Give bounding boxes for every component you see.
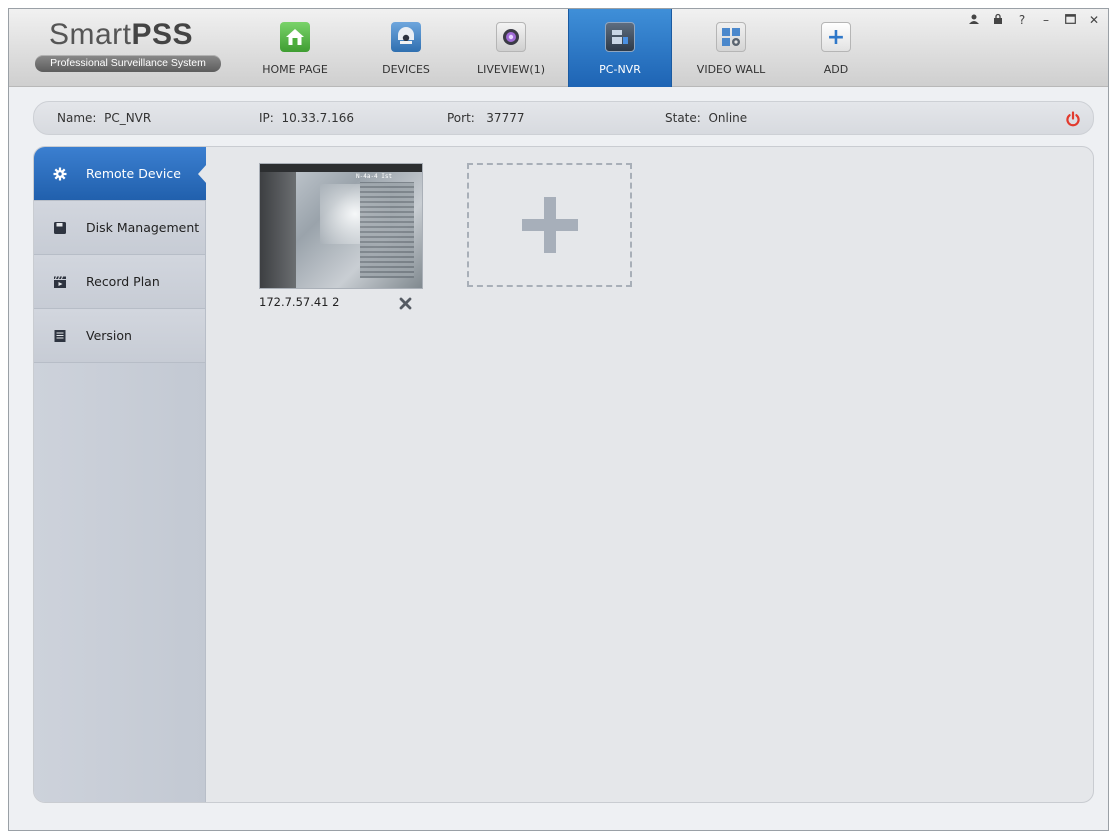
home-icon [280, 22, 310, 52]
remote-device-card[interactable]: N-4a-4 Ist 172.7.57.41 2 [259, 163, 423, 310]
logo-subtitle: Professional Surveillance System [35, 55, 221, 72]
ip-label: IP: [259, 111, 274, 125]
tab-add-label: ADD [823, 63, 849, 76]
app-logo: SmartPSS Professional Surveillance Syste… [35, 17, 235, 72]
add-icon: + [821, 22, 851, 52]
device-thumbnail[interactable]: N-4a-4 Ist [259, 163, 423, 289]
video-osd-text: N-4a-4 Ist [356, 173, 393, 180]
gear-icon [52, 166, 68, 182]
device-state-field: State: Online [665, 102, 747, 135]
device-ip-field: IP: 10.33.7.166 [259, 102, 354, 135]
tab-liveview-label: LIVEVIEW(1) [476, 63, 546, 76]
state-label: State: [665, 111, 701, 125]
tab-home-page[interactable]: HOME PAGE [247, 9, 343, 87]
tab-pc-nvr[interactable]: PC-NVR [568, 9, 672, 87]
tab-devices[interactable]: DEVICES [361, 9, 451, 87]
device-ip-label: 172.7.57.41 2 [259, 295, 340, 309]
app-window: SmartPSS Professional Surveillance Syste… [8, 8, 1109, 831]
ip-value: 10.33.7.166 [281, 111, 354, 125]
device-info-bar: Name: PC_NVR IP: 10.33.7.166 Port: 37777… [33, 101, 1094, 135]
content-panel: Remote Device Disk Management Record Pla… [33, 146, 1094, 803]
plus-icon [521, 197, 578, 253]
sidebar-item-label: Remote Device [86, 166, 181, 181]
sidebar-item-record-plan[interactable]: Record Plan [34, 255, 205, 309]
port-value: 37777 [486, 111, 525, 125]
tab-home-page-label: HOME PAGE [262, 63, 328, 76]
sidebar-item-label: Version [86, 328, 132, 343]
top-bar: SmartPSS Professional Surveillance Syste… [9, 9, 1108, 87]
tab-video-wall-label: VIDEO WALL [696, 63, 766, 76]
sidebar-item-version[interactable]: Version [34, 309, 205, 363]
sidebar-item-disk-management[interactable]: Disk Management [34, 201, 205, 255]
user-icon[interactable] [968, 13, 980, 28]
lock-icon[interactable] [992, 13, 1004, 28]
maximize-icon[interactable] [1064, 13, 1076, 28]
port-label: Port: [447, 111, 475, 125]
device-name-field: Name: PC_NVR [57, 102, 151, 135]
name-value: PC_NVR [104, 111, 152, 125]
state-value: Online [708, 111, 748, 125]
liveview-icon [496, 22, 526, 52]
device-port-field: Port: 37777 [447, 102, 524, 135]
tab-video-wall[interactable]: VIDEO WALL [681, 9, 781, 87]
clapperboard-icon [52, 274, 68, 290]
tab-pc-nvr-label: PC-NVR [599, 63, 641, 76]
devices-icon [391, 22, 421, 52]
logo-title: SmartPSS [49, 18, 194, 51]
sidebar: Remote Device Disk Management Record Pla… [34, 147, 207, 802]
tab-liveview[interactable]: LIVEVIEW(1) [461, 9, 561, 87]
minimize-icon[interactable]: – [1040, 13, 1052, 28]
add-remote-device-button[interactable] [467, 163, 632, 287]
window-controls: ? – ✕ [968, 13, 1100, 28]
document-icon [52, 328, 68, 344]
name-label: Name: [57, 111, 97, 125]
power-icon[interactable] [1065, 111, 1081, 127]
sidebar-item-label: Disk Management [86, 220, 200, 235]
remove-device-icon[interactable] [399, 295, 413, 310]
device-caption: 172.7.57.41 2 [259, 295, 423, 310]
close-icon[interactable]: ✕ [1088, 13, 1100, 28]
sidebar-item-remote-device[interactable]: Remote Device [34, 147, 207, 201]
tab-add[interactable]: + ADD [801, 9, 871, 87]
disk-icon [52, 220, 68, 236]
sidebar-item-label: Record Plan [86, 274, 160, 289]
video-wall-icon [716, 22, 746, 52]
tab-devices-label: DEVICES [382, 63, 430, 76]
pc-nvr-icon [605, 22, 635, 52]
help-icon[interactable]: ? [1016, 13, 1028, 28]
